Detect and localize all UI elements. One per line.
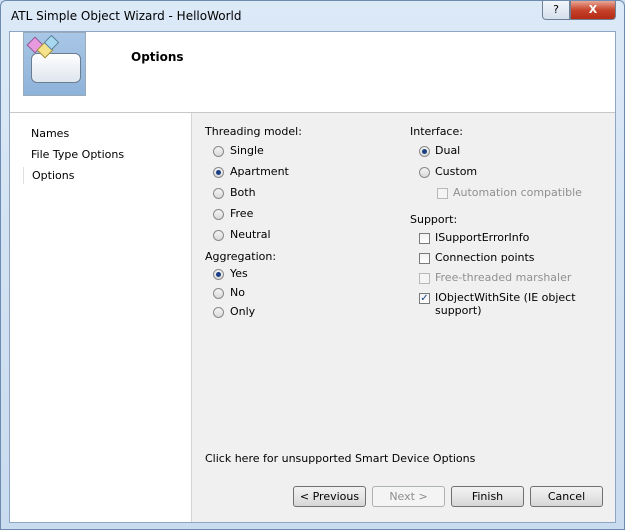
connection-points-label[interactable]: Connection points (435, 251, 535, 264)
automation-compatible-label: Automation compatible (453, 186, 582, 199)
wizard-client-area: Options Names File Type Options Options … (9, 31, 616, 523)
threading-single-radio[interactable] (213, 146, 224, 157)
free-threaded-marshaler-checkbox (419, 273, 430, 284)
threading-neutral-label[interactable]: Neutral (230, 228, 271, 241)
window-title: ATL Simple Object Wizard - HelloWorld (11, 9, 242, 23)
title-bar[interactable]: ATL Simple Object Wizard - HelloWorld ? … (1, 1, 624, 31)
next-button[interactable]: Next > (372, 486, 445, 507)
interface-dual-radio[interactable] (419, 146, 430, 157)
interface-label: Interface: (410, 125, 463, 138)
iobjectwithsite-label[interactable]: IObjectWithSite (IE object (435, 291, 576, 304)
nav-item-options[interactable]: Options (23, 167, 82, 184)
threading-single-label[interactable]: Single (230, 144, 264, 157)
wizard-header: Options (10, 32, 615, 113)
wizard-window: ATL Simple Object Wizard - HelloWorld ? … (0, 0, 625, 530)
atl-object-wizard-icon (23, 32, 86, 96)
finish-button[interactable]: Finish (451, 486, 524, 507)
aggregation-yes-label[interactable]: Yes (230, 267, 248, 280)
isupporterrorinfo-checkbox[interactable] (419, 233, 430, 244)
previous-button[interactable]: < Previous (293, 486, 366, 507)
support-label: Support: (410, 213, 458, 226)
threading-free-label[interactable]: Free (230, 207, 253, 220)
help-button[interactable]: ? (542, 1, 570, 20)
aggregation-label: Aggregation: (205, 250, 277, 263)
iobjectwithsite-checkbox[interactable]: ✓ (419, 293, 430, 304)
isupporterrorinfo-label[interactable]: ISupportErrorInfo (435, 231, 529, 244)
object-card-icon (31, 53, 81, 83)
threading-model-label: Threading model: (205, 125, 302, 138)
threading-both-label[interactable]: Both (230, 186, 256, 199)
aggregation-only-radio[interactable] (213, 307, 224, 318)
automation-compatible-checkbox (437, 188, 448, 199)
close-button[interactable]: X (570, 1, 616, 20)
free-threaded-marshaler-label: Free-threaded marshaler (435, 271, 572, 284)
threading-free-radio[interactable] (213, 209, 224, 220)
interface-dual-label[interactable]: Dual (435, 144, 460, 157)
cancel-button[interactable]: Cancel (530, 486, 603, 507)
aggregation-yes-radio[interactable] (213, 269, 224, 280)
aggregation-no-radio[interactable] (213, 288, 224, 299)
threading-apartment-label[interactable]: Apartment (230, 165, 289, 178)
connection-points-checkbox[interactable] (419, 253, 430, 264)
interface-custom-label[interactable]: Custom (435, 165, 477, 178)
threading-neutral-radio[interactable] (213, 230, 224, 241)
aggregation-no-label[interactable]: No (230, 286, 245, 299)
wizard-nav: Names File Type Options Options (10, 113, 192, 522)
nav-item-file-type-options[interactable]: File Type Options (31, 148, 124, 161)
aggregation-only-label[interactable]: Only (230, 305, 255, 318)
nav-item-names[interactable]: Names (31, 127, 69, 140)
threading-apartment-radio[interactable] (213, 167, 224, 178)
checkmark-icon: ✓ (420, 293, 429, 304)
threading-both-radio[interactable] (213, 188, 224, 199)
smart-device-options-link[interactable]: Click here for unsupported Smart Device … (205, 452, 475, 465)
iobjectwithsite-label-line2[interactable]: support) (435, 304, 482, 317)
page-title: Options (131, 50, 184, 64)
interface-custom-radio[interactable] (419, 167, 430, 178)
